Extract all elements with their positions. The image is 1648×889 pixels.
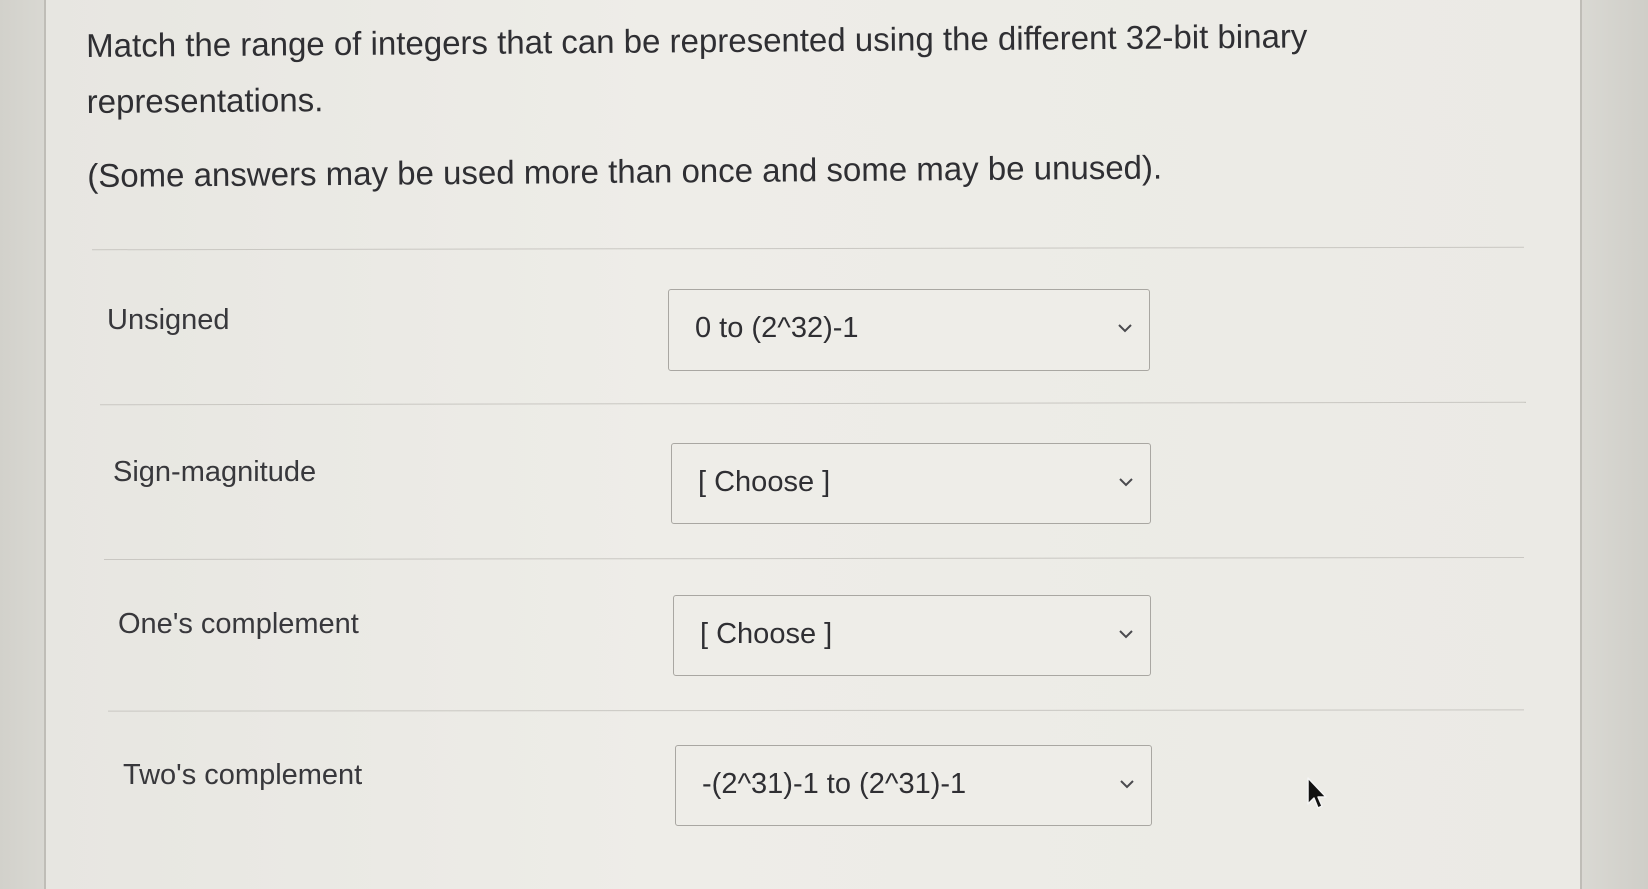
answer-select-twos-complement[interactable]: -(2^31)-1 to (2^31)-1	[675, 745, 1152, 826]
row-label-sign-magnitude: Sign-magnitude	[113, 456, 317, 488]
question-text: Match the range of integers that can be …	[86, 8, 1417, 204]
select-value: -(2^31)-1 to (2^31)-1	[702, 768, 967, 800]
question-note: (Some answers may be used more than once…	[87, 148, 1163, 194]
screen-photo: Match the range of integers that can be …	[0, 0, 1648, 889]
answer-select-sign-magnitude[interactable]: [ Choose ]	[671, 443, 1151, 524]
chevron-down-icon	[1119, 478, 1133, 487]
select-value: 0 to (2^32)-1	[695, 312, 859, 344]
question-prompt-line-2: representations.	[86, 81, 324, 120]
answer-select-unsigned[interactable]: 0 to (2^32)-1	[668, 289, 1150, 371]
select-value: [ Choose ]	[698, 466, 831, 498]
row-label-twos-complement: Two's complement	[123, 759, 363, 791]
row-label-ones-complement: One's complement	[118, 608, 359, 640]
chevron-down-icon	[1119, 630, 1133, 639]
row-label-unsigned: Unsigned	[107, 304, 230, 336]
select-value: [ Choose ]	[700, 618, 833, 650]
chevron-down-icon	[1120, 780, 1134, 789]
question-prompt-line-1: Match the range of integers that can be …	[86, 17, 1308, 64]
chevron-down-icon	[1118, 324, 1132, 333]
answer-select-ones-complement[interactable]: [ Choose ]	[673, 595, 1151, 676]
mouse-pointer-icon	[1307, 777, 1327, 809]
